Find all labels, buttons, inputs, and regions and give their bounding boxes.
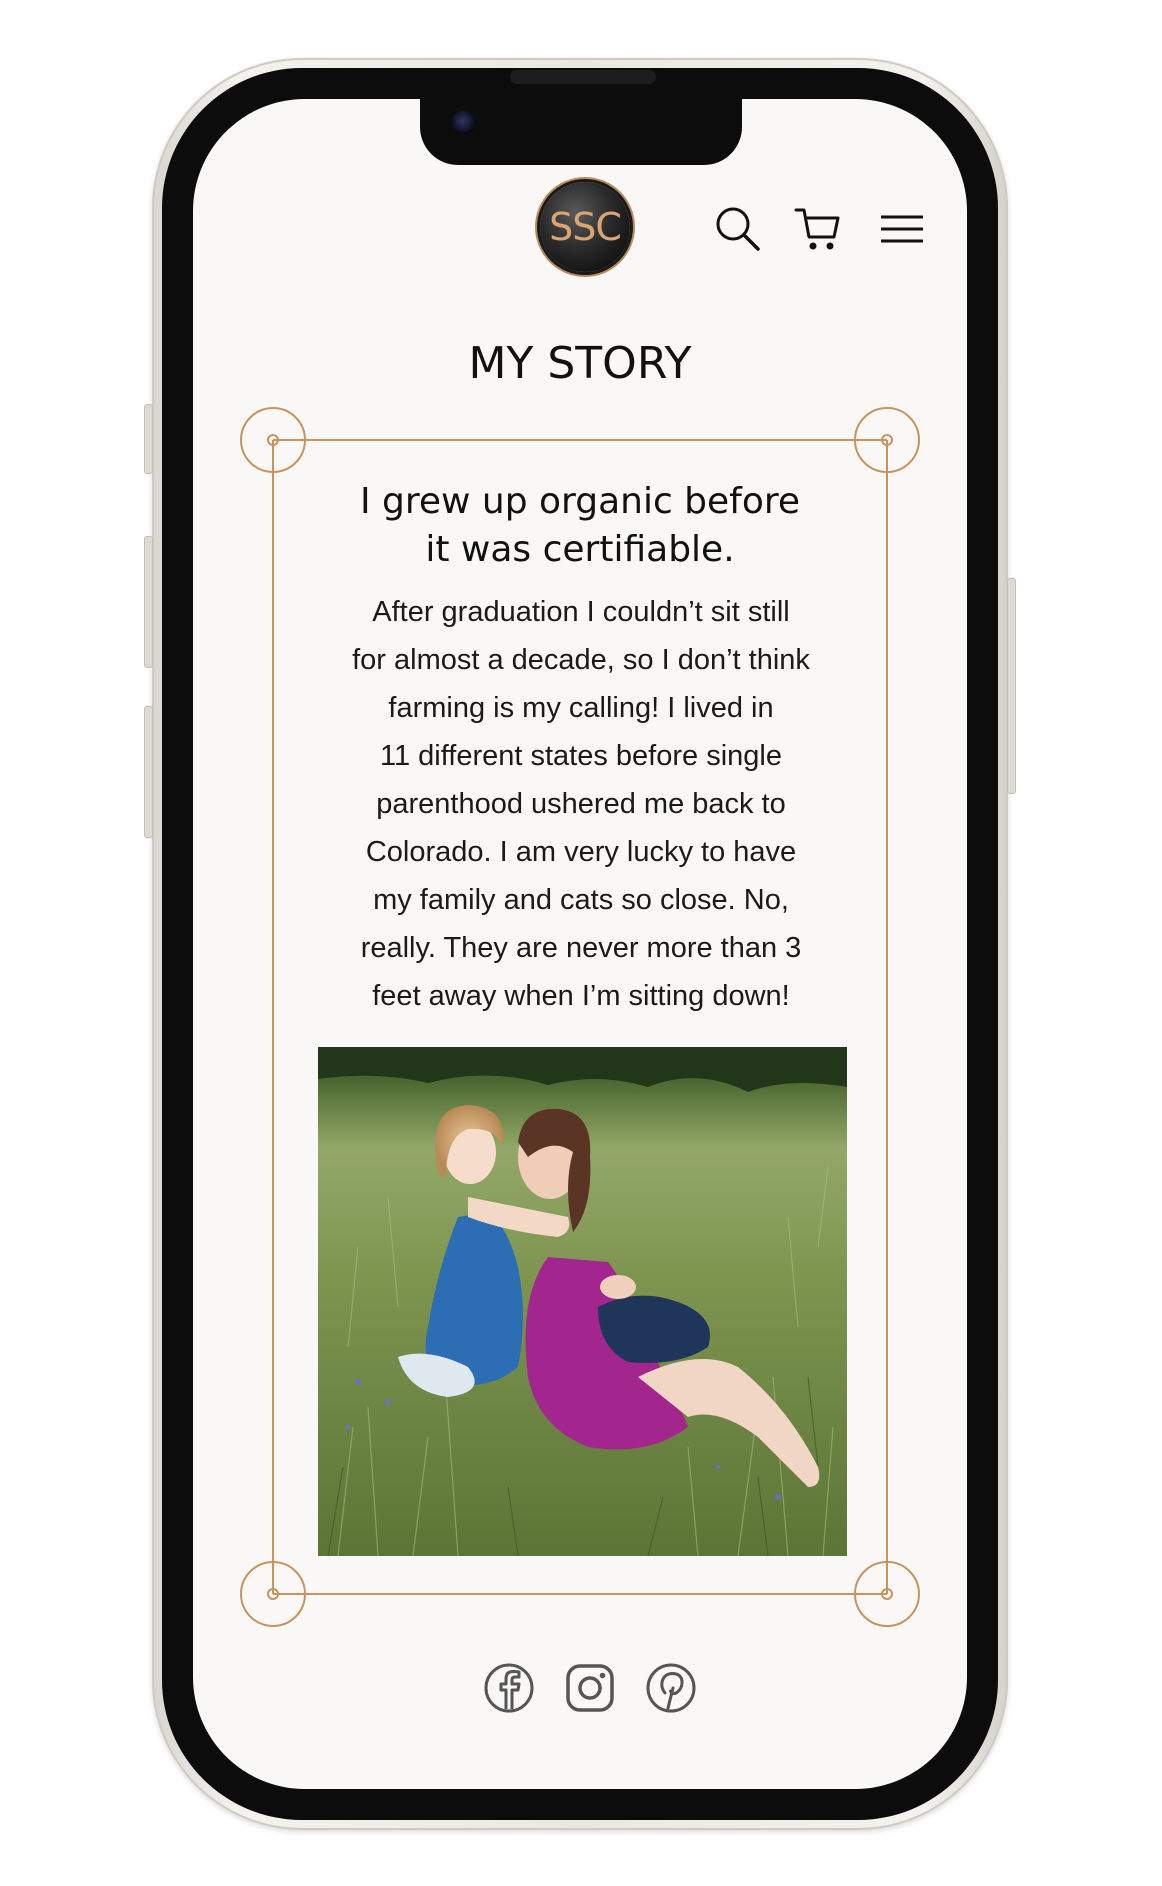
facebook-icon[interactable]: [483, 1662, 535, 1714]
body-line: 11 different states before single: [380, 740, 782, 772]
logo-text: SSC: [549, 205, 622, 249]
body-line: for almost a decade, so I don’t think: [352, 644, 810, 676]
cart-icon[interactable]: [794, 205, 842, 253]
volume-up-button: [144, 536, 153, 668]
instagram-icon[interactable]: [564, 1662, 616, 1714]
search-icon[interactable]: [714, 205, 762, 253]
power-button: [1007, 578, 1016, 794]
story-subtitle: I grew up organic before it was certifia…: [300, 478, 860, 574]
silent-switch: [144, 404, 153, 474]
pinterest-icon[interactable]: [645, 1662, 697, 1714]
menu-icon[interactable]: [878, 205, 926, 253]
body-line: After graduation I couldn’t sit still: [372, 596, 790, 628]
body-line: really. They are never more than 3: [360, 932, 802, 964]
body-line: feet away when I’m sitting down!: [372, 980, 790, 1012]
body-line: Colorado. I am very lucky to have: [365, 836, 797, 868]
subtitle-line: I grew up organic before: [359, 481, 801, 522]
family-photo: [318, 1047, 847, 1556]
body-line: farming is my calling! I lived in: [388, 692, 774, 724]
speaker-grille: [510, 70, 656, 84]
page-title: MY STORY: [468, 338, 692, 389]
story-body: After graduation I couldn’t sit still fo…: [310, 588, 852, 1020]
subtitle-line: it was certifiable.: [425, 529, 735, 570]
body-line: my family and cats so close. No,: [373, 884, 789, 916]
body-line: parenthood ushered me back to: [376, 788, 786, 820]
ssc-logo[interactable]: SSC: [540, 182, 630, 272]
volume-down-button: [144, 706, 153, 838]
front-camera: [452, 110, 476, 134]
